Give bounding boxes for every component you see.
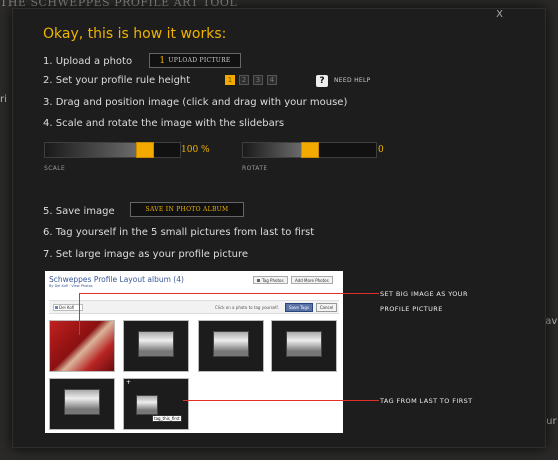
album-photo[interactable] — [49, 378, 115, 430]
scale-slider-handle[interactable] — [136, 142, 154, 158]
plus-icon: + — [126, 379, 132, 386]
tagging-toolbar: Del Kofi Click on a photo to tag yoursel… — [49, 300, 339, 314]
close-button[interactable]: X — [496, 9, 503, 20]
album-photo-tag-first[interactable]: + tag_this_first — [123, 378, 189, 430]
person-icon — [55, 306, 58, 309]
tag-photos-button[interactable]: Tag Photos — [253, 276, 288, 284]
save-in-photo-album-button[interactable]: SAVE IN PHOTO ALBUM — [130, 202, 244, 217]
rotate-slider[interactable] — [242, 142, 377, 158]
callout-line-big-image-drop — [79, 293, 80, 335]
profile-height-options: 1 2 3 4 — [225, 75, 277, 85]
rotate-label: ROTATE — [242, 165, 268, 172]
height-option-3[interactable]: 3 — [253, 75, 263, 85]
step-2-text: 2. Set your profile rule height — [43, 75, 191, 86]
how-it-works-dialog: X Okay, this is how it works: 1. Upload … — [12, 8, 546, 448]
album-byline: By Del Kofi · View Photos — [49, 284, 93, 288]
background-text-fragment: ri — [0, 94, 7, 105]
height-option-2[interactable]: 2 — [239, 75, 249, 85]
height-option-4[interactable]: 4 — [267, 75, 277, 85]
photo-image — [138, 331, 174, 357]
scale-slider-track-fill — [45, 143, 136, 157]
step-1-text: 1. Upload a photo — [43, 56, 133, 67]
step-7-text: 7. Set large image as your profile pictu… — [43, 249, 249, 260]
tagging-hint: Click on a photo to tag yourself. — [215, 305, 279, 310]
photo-image — [136, 395, 158, 415]
step-6-text: 6. Tag yourself in the 5 small pictures … — [43, 227, 315, 238]
rotate-slider-handle[interactable] — [301, 142, 319, 158]
upload-picture-label: UPLOAD PICTURE — [168, 57, 231, 64]
album-title: Schweppes Profile Layout album (4) — [49, 275, 184, 284]
help-icon[interactable]: ? — [316, 75, 328, 87]
tag-icon — [257, 278, 260, 282]
tag-label: tag_this_first — [152, 415, 182, 422]
album-photo[interactable] — [198, 320, 264, 372]
callout-tag-order: TAG FROM LAST TO FIRST — [380, 397, 473, 405]
save-tags-button[interactable]: Save Tags — [285, 303, 313, 312]
height-option-1[interactable]: 1 — [225, 75, 235, 85]
photo-image — [213, 331, 249, 357]
album-photo[interactable] — [271, 320, 337, 372]
step-3-text: 3. Drag and position image (click and dr… — [43, 97, 348, 108]
scale-slider[interactable] — [44, 142, 181, 158]
step-5-text: 5. Save image — [43, 206, 115, 217]
callout-big-image-line2: PROFILE PICTURE — [380, 305, 443, 313]
album-photo-large[interactable] — [49, 320, 115, 372]
photo-image — [286, 331, 322, 357]
rotate-slider-track-fill — [243, 143, 301, 157]
step-4-text: 4. Scale and rotate the image with the s… — [43, 118, 285, 129]
need-help-link[interactable]: NEED HELP — [334, 77, 371, 84]
add-more-photos-button[interactable]: Add More Photos — [291, 276, 333, 284]
callout-line-big-image — [79, 293, 379, 294]
rotate-value: 0 — [378, 145, 384, 155]
facebook-album-preview: Schweppes Profile Layout album (4) By De… — [45, 271, 343, 433]
tagged-person-name: Del Kofi — [59, 305, 75, 310]
callout-line-tag-order — [183, 400, 379, 401]
dialog-heading: Okay, this is how it works: — [43, 26, 227, 42]
upload-picture-button[interactable]: 1 UPLOAD PICTURE — [149, 53, 241, 68]
scale-label: SCALE — [44, 165, 66, 172]
cancel-button[interactable]: Cancel — [316, 303, 337, 312]
tag-photos-label: Tag Photos — [262, 277, 284, 283]
album-photo[interactable] — [123, 320, 189, 372]
upload-icon: 1 — [159, 55, 166, 66]
scale-value: 100 % — [181, 145, 210, 155]
callout-big-image-line1: SET BIG IMAGE AS YOUR — [380, 290, 468, 298]
photo-image — [64, 389, 100, 415]
